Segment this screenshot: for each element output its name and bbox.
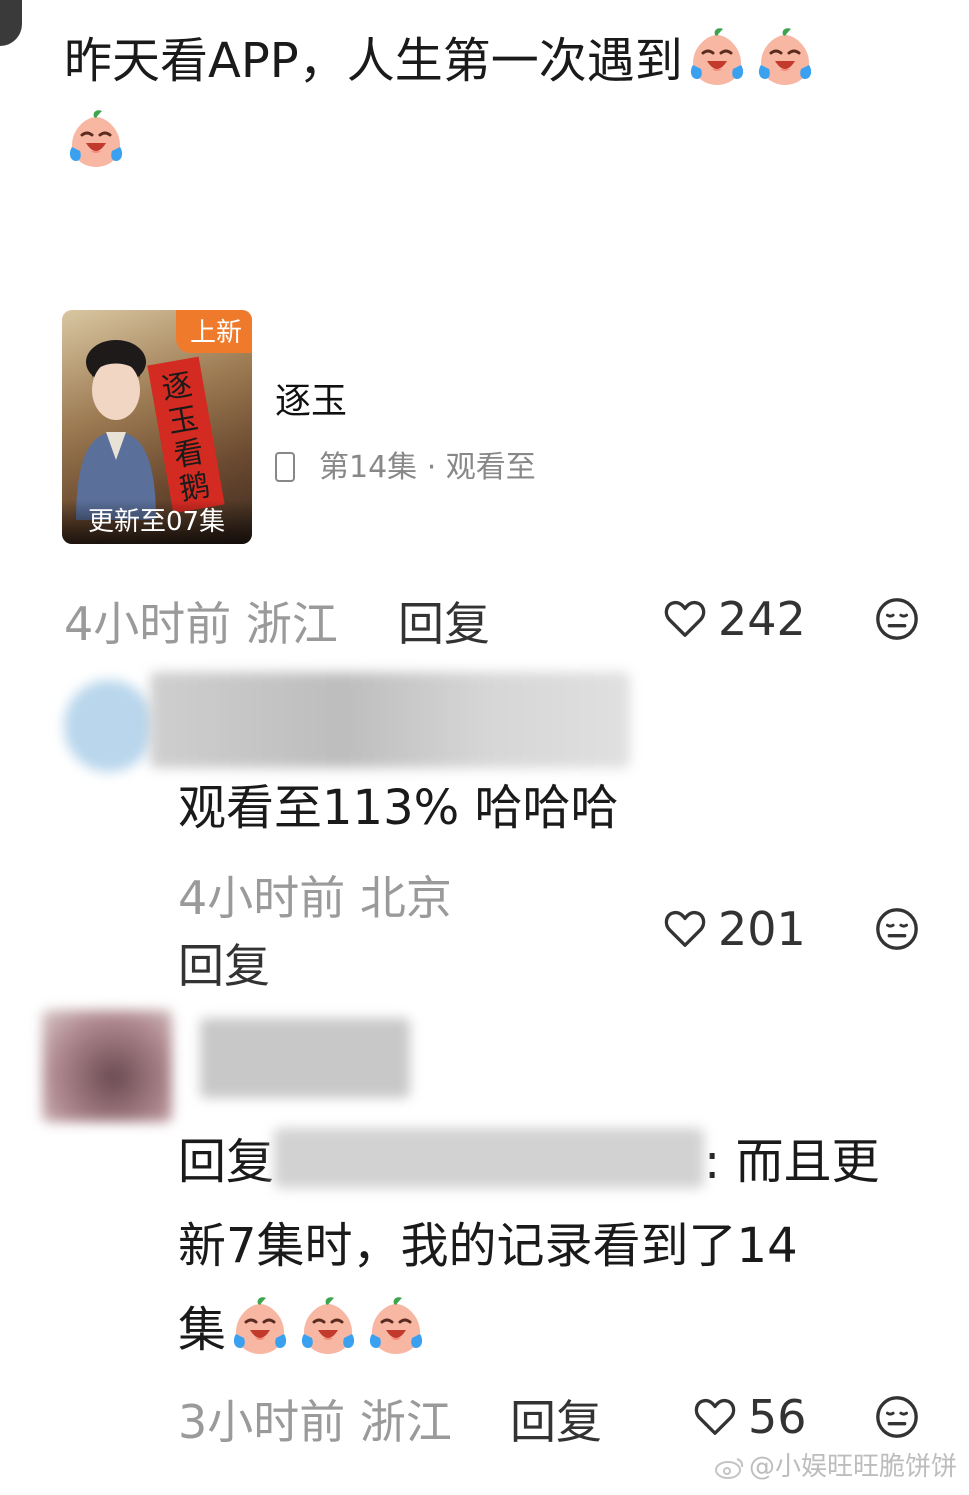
comment-text: 回复 : 而且更 新7集时，我的记录看到了14 集	[178, 1120, 938, 1372]
reply-button[interactable]: 回复	[178, 930, 270, 996]
phone-icon	[275, 452, 295, 482]
heart-icon	[692, 1393, 738, 1439]
avatar[interactable]	[42, 1010, 172, 1122]
drama-cover-image[interactable]: 逐玉看鹅 上新 更新至07集	[62, 310, 252, 544]
crying-laughing-emoji-icon	[296, 1294, 360, 1358]
crying-laughing-emoji-icon	[685, 25, 749, 89]
post-meta: 4小时前 浙江	[64, 588, 338, 654]
weibo-logo-icon	[714, 1458, 744, 1479]
redacted-username	[200, 1018, 410, 1098]
comment-text: 观看至113% 哈哈哈	[178, 780, 619, 836]
post-time: 4小时前	[64, 597, 232, 651]
comment-time: 3小时前	[178, 1395, 346, 1449]
crying-laughing-emoji-icon	[364, 1294, 428, 1358]
comment-text-line3: 集	[178, 1302, 227, 1358]
comment-text-part1: : 而且更	[704, 1134, 880, 1190]
watermark-text: @小娱旺旺脆饼饼	[748, 1452, 957, 1482]
reply-button[interactable]: 回复	[510, 1386, 602, 1452]
like-count: 56	[748, 1390, 807, 1444]
comment-text-line2: 新7集时，我的记录看到了14	[178, 1218, 798, 1274]
post-location: 浙江	[245, 597, 338, 651]
comment-time: 4小时前	[178, 871, 346, 925]
like-button[interactable]: 56	[692, 1390, 807, 1444]
crying-laughing-emoji-icon	[753, 25, 817, 89]
drama-title[interactable]: 逐玉	[275, 372, 347, 424]
watermark: @小娱旺旺脆饼饼	[714, 1446, 957, 1483]
redacted-username	[150, 672, 630, 768]
comment-meta: 3小时前 浙江	[178, 1386, 452, 1452]
post-text: 昨天看APP，人生第一次遇到	[64, 33, 683, 89]
heart-icon	[662, 905, 708, 951]
update-overlay: 更新至07集	[62, 500, 252, 544]
watch-progress: 第14集 · 观看至	[275, 442, 543, 486]
comment-meta: 4小时前 北京	[178, 862, 452, 928]
comment-location: 浙江	[359, 1395, 452, 1449]
crying-laughing-emoji-icon	[228, 1294, 292, 1358]
reply-prefix: 回复	[178, 1134, 275, 1190]
post-body: 昨天看APP，人生第一次遇到	[64, 20, 924, 184]
avatar[interactable]	[64, 680, 154, 772]
like-count: 201	[718, 902, 806, 956]
watch-progress-label: 第14集 · 观看至	[319, 450, 536, 485]
new-badge: 上新	[175, 310, 252, 353]
like-button[interactable]: 242	[662, 592, 806, 646]
like-button[interactable]: 201	[662, 902, 806, 956]
crying-laughing-emoji-icon	[64, 107, 128, 171]
meh-face-icon[interactable]	[874, 1394, 920, 1440]
top-left-corner-edge	[0, 0, 22, 46]
meh-face-icon[interactable]	[874, 596, 920, 642]
like-count: 242	[718, 592, 806, 646]
update-label: 更新至07集	[88, 507, 226, 537]
meh-face-icon[interactable]	[874, 906, 920, 952]
reply-button[interactable]: 回复	[398, 588, 490, 654]
heart-icon	[662, 595, 708, 641]
comment-location: 北京	[359, 871, 452, 925]
redacted-mention	[274, 1128, 705, 1188]
